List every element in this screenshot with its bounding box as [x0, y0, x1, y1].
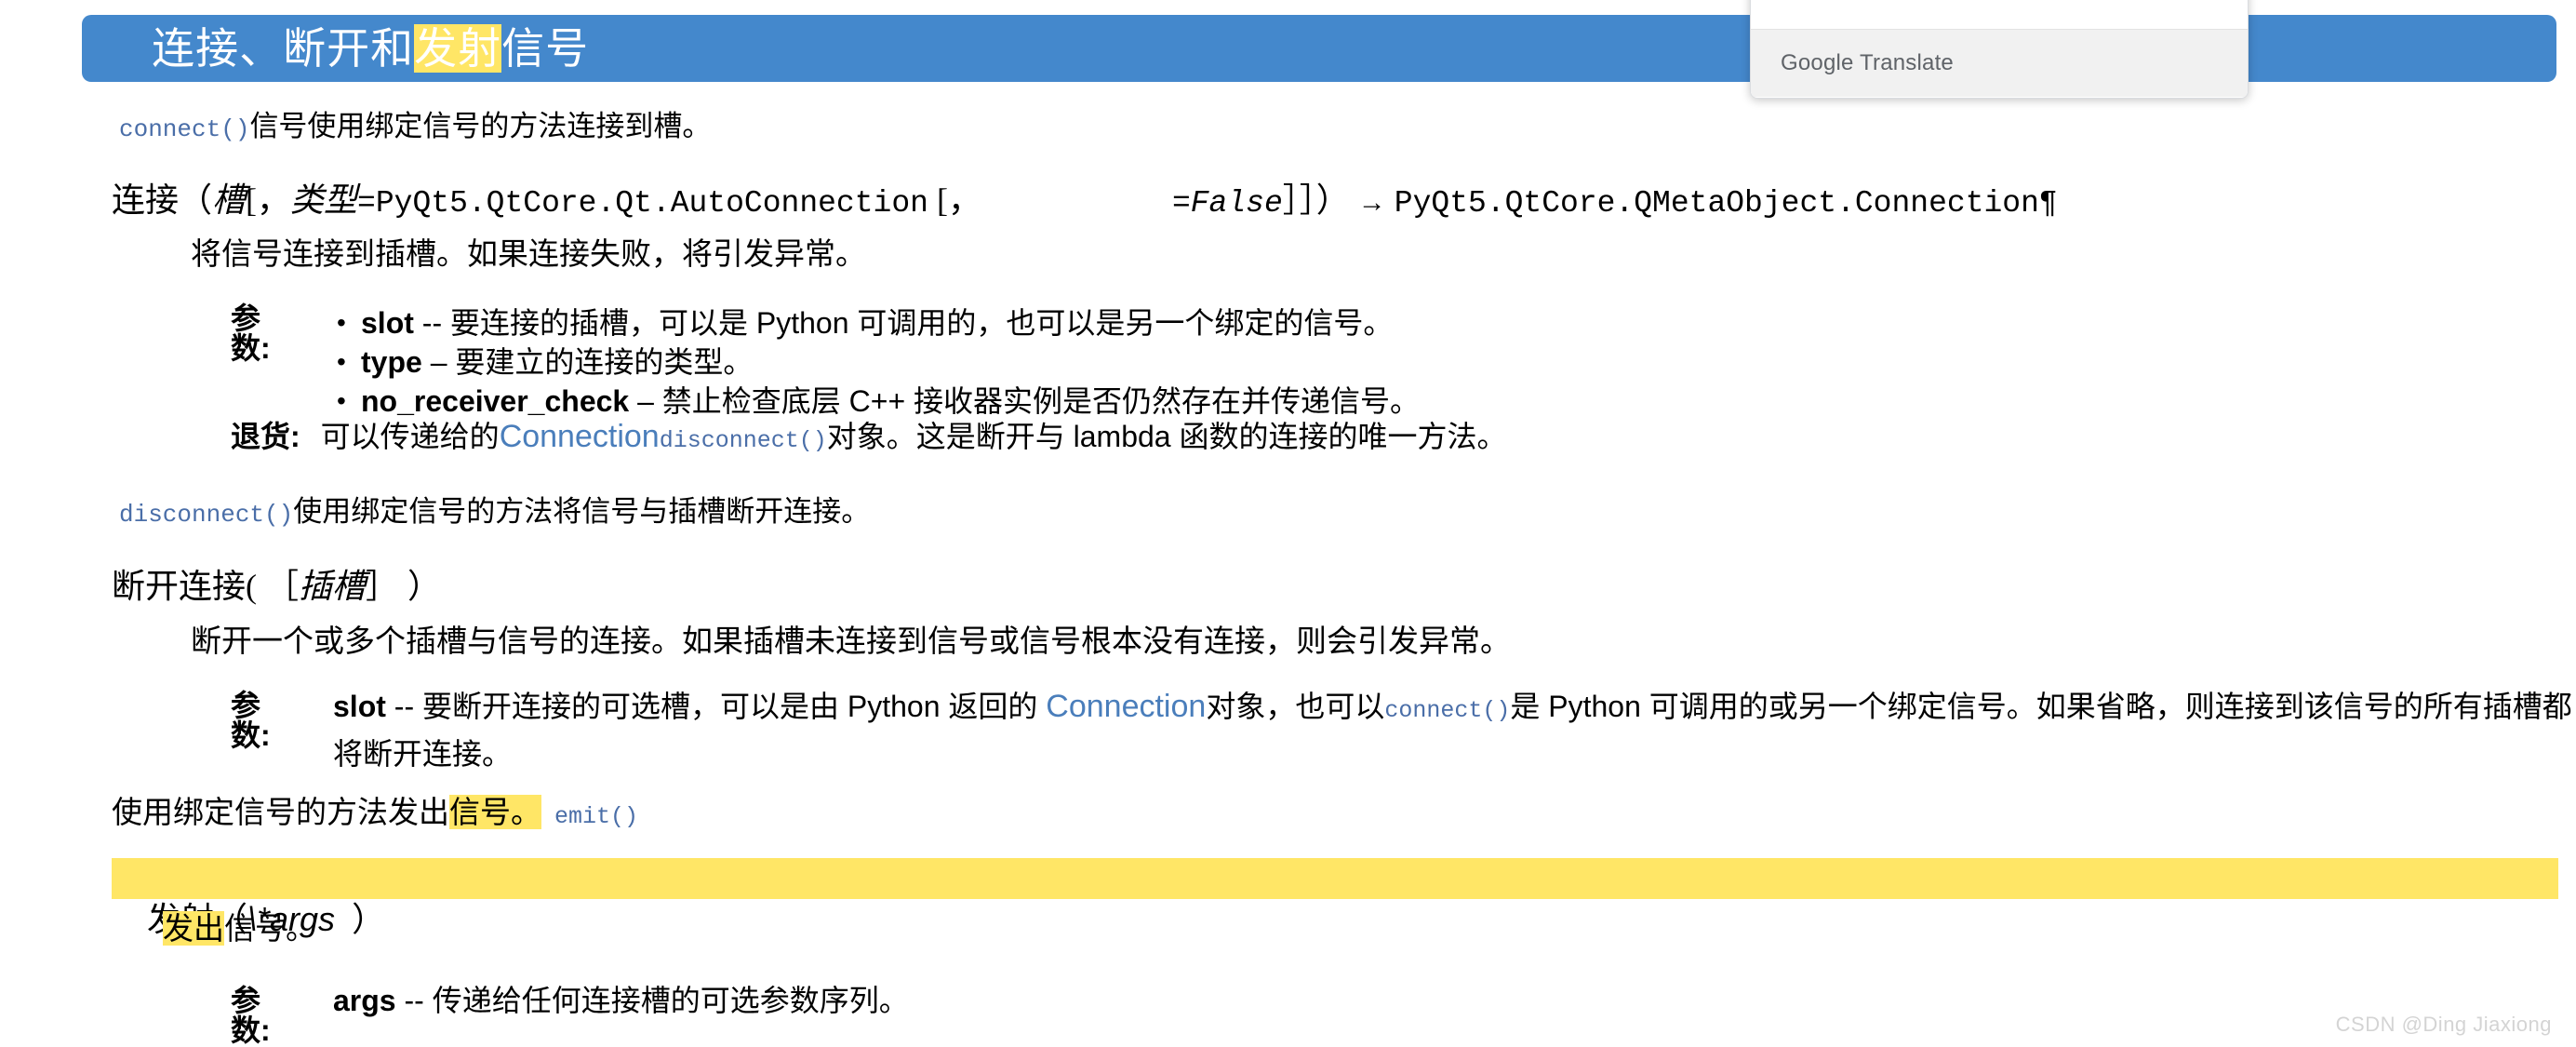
connect-code-link[interactable]: connect(): [119, 115, 249, 143]
emit-description-highlight: 发出: [163, 911, 224, 946]
connect-signature-brackets-close: ］］）: [1282, 181, 1350, 219]
param-dash: –: [637, 384, 654, 418]
emit-param-desc: 传递给任何连接槽的可选参数序列。: [432, 984, 909, 1017]
emit-intro-pre: 使用绑定信号的方法发出: [112, 795, 449, 829]
param-desc-no-receiver-check: 禁止检查底层 C++ 接收器实例是否仍然存在并传递信号。: [661, 384, 1421, 418]
connect-intro-text: 信号使用绑定信号的方法连接到槽。: [249, 110, 712, 142]
connect-returns-post: 对象。这是断开与 lambda 函数的连接的唯一方法。: [826, 420, 1507, 453]
connect-signature-bracket-open2: [，: [936, 181, 981, 219]
disconnect-signature-name: 断开连接(: [112, 568, 257, 605]
disconnect-signature: 断开连接( ［插槽］ ）: [112, 570, 441, 603]
emit-signature-highlight-bar: [112, 858, 2558, 899]
connect-signature: 连接（槽[，类型=PyQt5.QtCore.Qt.AutoConnection …: [112, 183, 2058, 219]
emit-description-rest: 信号。: [224, 911, 316, 946]
disconnect-params-label: 参数:: [231, 689, 271, 752]
disconnect-intro-paragraph: disconnect()使用绑定信号的方法将信号与插槽断开连接。: [119, 497, 870, 527]
translate-wordmark: Translate: [1853, 50, 1954, 75]
connect-signature-name: 连接（: [112, 181, 213, 219]
emit-params-label: 参数:: [231, 984, 271, 1047]
connect-signature-arg2-label: 类型: [290, 181, 358, 219]
connect-signature-return-type: PyQt5.QtCore.QMetaObject.Connection¶: [1394, 186, 2058, 221]
disconnect-signature-bracket-close: ］: [366, 568, 400, 605]
param-name-slot: slot: [333, 690, 386, 723]
page-title-suffix: 信号: [501, 24, 590, 73]
connect-description: 将信号连接到插槽。如果连接失败，将引发异常。: [191, 236, 866, 271]
emit-param-line: args -- 传递给任何连接槽的可选参数序列。: [333, 986, 909, 1015]
param-desc-slot: 要连接的插槽，可以是 Python 可调用的，也可以是另一个绑定的信号。: [449, 306, 1394, 340]
param-name-slot: slot: [361, 306, 414, 340]
connection-link[interactable]: Connection: [500, 419, 660, 454]
param-dash: --: [394, 690, 415, 723]
connect-intro-paragraph: connect()信号使用绑定信号的方法连接到槽。: [119, 112, 711, 141]
connect-code-link[interactable]: connect(): [1384, 697, 1510, 724]
connect-params-list: slot -- 要连接的插槽，可以是 Python 可调用的，也可以是另一个绑定…: [333, 303, 1420, 421]
connect-params-label: 参数:: [231, 302, 271, 365]
emit-intro-highlight: 信号。: [449, 795, 541, 829]
disconnect-param-line-2: 将断开连接。: [333, 737, 513, 771]
list-item: type – 要建立的连接的类型。: [333, 342, 1420, 382]
emit-description: 发出信号。: [163, 911, 316, 946]
param-name-args: args: [333, 984, 396, 1017]
google-translate-popup-footer: Google Translate: [1751, 29, 2248, 97]
disconnect-description: 断开一个或多个插槽与信号的连接。如果插槽未连接到信号或信号根本没有连接，则会引发…: [191, 624, 1511, 658]
csdn-watermark: CSDN @Ding Jiaxiong: [2335, 1013, 2552, 1036]
list-item: slot -- 要连接的插槽，可以是 Python 可调用的，也可以是另一个绑定…: [333, 303, 1420, 342]
param-name-type: type: [361, 345, 422, 379]
connect-signature-arg1: 槽: [212, 181, 247, 219]
connect-signature-sep1: [，: [246, 181, 291, 219]
page-title: 连接、断开和发射信号: [82, 0, 589, 113]
disconnect-intro-text: 使用绑定信号的方法将信号与插槽断开连接。: [293, 495, 871, 528]
disconnect-param-text-1: 要断开连接的可选槽，可以是由 Python 返回的: [421, 690, 1047, 723]
disconnect-param-line-1: slot -- 要断开连接的可选槽，可以是由 Python 返回的 Connec…: [333, 691, 2572, 722]
param-name-no-receiver-check: no_receiver_check: [361, 384, 630, 418]
connect-returns-pre: 可以传递给的: [320, 420, 500, 453]
connection-link[interactable]: Connection: [1046, 689, 1206, 724]
disconnect-signature-bracket-open: ［: [265, 568, 300, 605]
google-translate-popup-body: [1751, 0, 2248, 29]
connect-returns-label: 退货:: [231, 420, 300, 453]
param-dash: --: [421, 306, 443, 340]
param-dash: --: [404, 984, 424, 1017]
disconnect-code-link[interactable]: disconnect(): [660, 427, 827, 454]
connect-signature-arg3-default: =False: [1171, 186, 1283, 221]
emit-intro-paragraph: 使用绑定信号的方法发出信号。 emit(): [112, 795, 638, 830]
connect-returns-block: 退货: 可以传递给的Connectiondisconnect()对象。这是断开与 …: [231, 421, 1506, 452]
page-title-prefix: 连接、断开和: [152, 24, 415, 73]
disconnect-signature-arg1: 插槽: [299, 568, 367, 605]
connect-signature-arrow: →: [1357, 187, 1386, 218]
page-title-highlight: 发射: [414, 24, 502, 73]
disconnect-param-text-3: 是 Python 可调用的或另一个绑定信号。如果省略，则连接到该信号的所有插槽都: [1510, 690, 2572, 723]
param-desc-type: 要建立的连接的类型。: [455, 345, 754, 379]
emit-signature-paren-close: ）: [352, 901, 386, 938]
google-wordmark: Google: [1781, 50, 1854, 75]
list-item: no_receiver_check – 禁止检查底层 C++ 接收器实例是否仍然…: [333, 382, 1420, 421]
disconnect-param-text-2: 对象，也可以: [1206, 690, 1385, 723]
google-translate-popup[interactable]: Google Translate: [1750, 0, 2249, 99]
google-translate-brand: Google Translate: [1781, 50, 1954, 76]
connect-signature-arg2-default: =PyQt5.QtCore.Qt.AutoConnection: [357, 186, 928, 221]
disconnect-signature-paren-close: ）: [407, 568, 442, 605]
param-dash: –: [430, 345, 447, 379]
disconnect-code-link[interactable]: disconnect(): [119, 501, 293, 529]
emit-code-link[interactable]: emit(): [554, 803, 638, 830]
